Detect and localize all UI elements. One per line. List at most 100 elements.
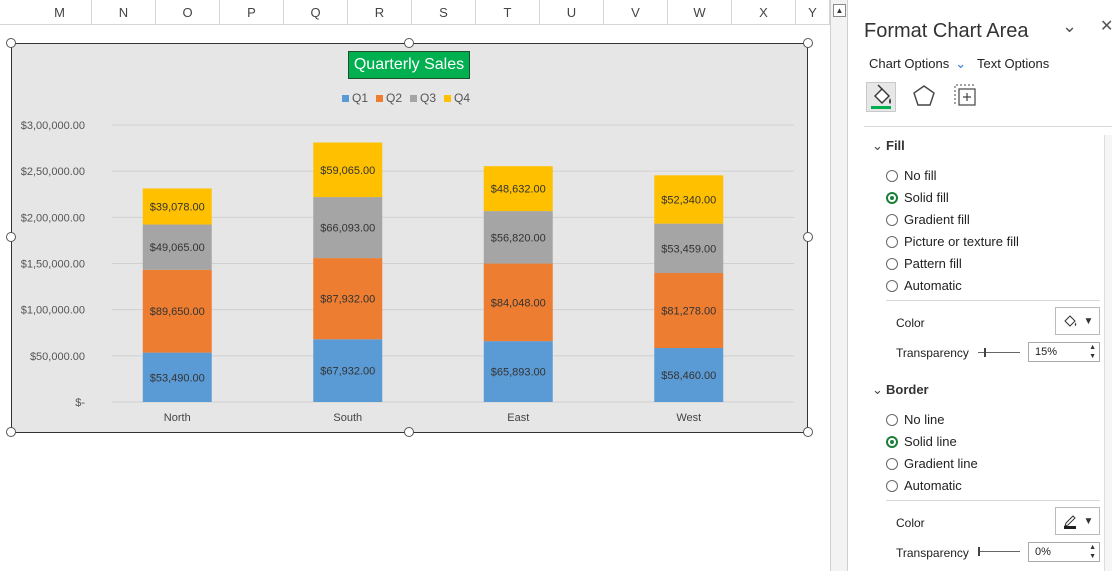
column-header-m[interactable]: M: [28, 0, 92, 25]
resize-handle-middle-right[interactable]: [803, 232, 813, 242]
column-header-v[interactable]: V: [604, 0, 668, 25]
radio-label: Picture or texture fill: [904, 234, 1019, 249]
column-header-p[interactable]: P: [220, 0, 284, 25]
x-tick-label: West: [676, 412, 701, 424]
chart-title[interactable]: Quarterly Sales: [348, 51, 470, 79]
radio-automatic-fill[interactable]: Automatic: [886, 278, 962, 293]
legend-item-q4[interactable]: Q4: [444, 90, 470, 106]
radio-pattern-fill[interactable]: Pattern fill: [886, 256, 962, 271]
resize-handle-middle-left[interactable]: [6, 232, 16, 242]
radio-label: No line: [904, 412, 945, 427]
effects-pentagon-icon[interactable]: [910, 82, 940, 112]
resize-handle-top-middle[interactable]: [404, 38, 414, 48]
radio-button[interactable]: [886, 457, 898, 470]
radio-gradient-fill[interactable]: Gradient fill: [886, 212, 970, 227]
column-header-t[interactable]: T: [476, 0, 540, 25]
data-label: $84,048.00: [491, 297, 546, 309]
column-header-s[interactable]: S: [412, 0, 476, 25]
vertical-scrollbar[interactable]: ▲: [830, 0, 848, 571]
resize-handle-top-left[interactable]: [6, 38, 16, 48]
border-transparency-value: 0%: [1035, 546, 1051, 558]
radio-button[interactable]: [886, 169, 898, 182]
legend-item-q1[interactable]: Q1: [342, 90, 368, 106]
tab-chart-options[interactable]: Chart Options ⌄: [869, 56, 966, 72]
fill-transparency-slider-thumb[interactable]: [984, 348, 987, 357]
radio-button[interactable]: [886, 235, 898, 248]
radio-button[interactable]: [886, 479, 898, 492]
close-icon[interactable]: ✕: [1100, 16, 1112, 36]
tab-text-options[interactable]: Text Options: [977, 56, 1049, 71]
fill-transparency-input[interactable]: 15% ▲ ▼: [1028, 342, 1100, 362]
border-transparency-slider[interactable]: [978, 551, 1020, 552]
fill-line-icon[interactable]: [866, 82, 896, 112]
data-label: $66,093.00: [320, 223, 375, 235]
column-header-u[interactable]: U: [540, 0, 604, 25]
column-header-n[interactable]: N: [92, 0, 156, 25]
spin-arrows-icon[interactable]: ▲ ▼: [1089, 343, 1096, 361]
separator: [886, 500, 1100, 501]
fill-color-button[interactable]: ▼: [1055, 307, 1100, 335]
column-header-y[interactable]: Y: [796, 0, 830, 25]
radio-gradient-line[interactable]: Gradient line: [886, 456, 978, 471]
scroll-up-arrow-icon[interactable]: ▲: [833, 4, 846, 17]
fill-transparency-label: Transparency: [896, 346, 969, 360]
column-header-q[interactable]: Q: [284, 0, 348, 25]
pane-options-chevron-icon[interactable]: ⌄: [1062, 16, 1077, 37]
data-label: $59,065.00: [320, 165, 375, 177]
legend-item-q2[interactable]: Q2: [376, 90, 402, 106]
radio-no-fill[interactable]: No fill: [886, 168, 937, 183]
border-section-header[interactable]: ⌄ Border: [872, 382, 929, 398]
chevron-down-icon: ⌄: [955, 56, 967, 71]
data-label: $87,932.00: [320, 294, 375, 306]
y-tick-label: $-: [75, 397, 85, 409]
radio-button[interactable]: [886, 257, 898, 270]
legend-label: Q4: [454, 91, 471, 105]
radio-label: Pattern fill: [904, 256, 962, 271]
legend-swatch: [342, 94, 349, 102]
radio-picture-texture-fill[interactable]: Picture or texture fill: [886, 234, 1019, 249]
border-color-button[interactable]: ▼: [1055, 507, 1100, 535]
resize-handle-bottom-left[interactable]: [6, 427, 16, 437]
y-tick-label: $2,00,000.00: [21, 212, 85, 224]
chart-area[interactable]: $- $50,000.00 $1,00,000.00 $1,50,000.00 $2,0…: [11, 43, 808, 433]
data-label: $53,490.00: [150, 372, 205, 384]
separator: [886, 300, 1100, 301]
column-header-o[interactable]: O: [156, 0, 220, 25]
data-label: $49,065.00: [150, 242, 205, 254]
column-header-x[interactable]: X: [732, 0, 796, 25]
radio-automatic-line[interactable]: Automatic: [886, 478, 962, 493]
resize-handle-bottom-right[interactable]: [803, 427, 813, 437]
fill-section-header[interactable]: ⌄ Fill: [872, 138, 905, 154]
radio-no-line[interactable]: No line: [886, 412, 944, 427]
resize-handle-top-right[interactable]: [803, 38, 813, 48]
legend-item-q3[interactable]: Q3: [410, 90, 436, 106]
chart-legend[interactable]: Q1 Q2 Q3 Q4: [342, 90, 470, 106]
resize-handle-bottom-middle[interactable]: [404, 427, 414, 437]
radio-button[interactable]: [886, 213, 898, 226]
border-transparency-input[interactable]: 0% ▲ ▼: [1028, 542, 1100, 562]
radio-button[interactable]: [886, 413, 898, 426]
radio-button-selected[interactable]: [886, 191, 898, 204]
chevron-down-icon: ▼: [1083, 315, 1094, 327]
data-label: $48,632.00: [491, 184, 546, 196]
column-header-w[interactable]: W: [668, 0, 732, 25]
legend-label: Q3: [420, 91, 437, 105]
data-label: $65,893.00: [491, 367, 546, 379]
size-properties-icon[interactable]: [952, 82, 982, 112]
legend-label: Q2: [386, 91, 403, 105]
spin-arrows-icon[interactable]: ▲ ▼: [1089, 543, 1096, 561]
fill-section-label: Fill: [886, 138, 905, 153]
y-tick-label: $3,00,000.00: [21, 120, 85, 132]
column-header-r[interactable]: R: [348, 0, 412, 25]
chevron-down-icon: ⌄: [872, 382, 883, 397]
radio-button-selected[interactable]: [886, 435, 898, 448]
radio-solid-line[interactable]: Solid line: [886, 434, 957, 449]
border-transparency-slider-thumb[interactable]: [978, 547, 980, 556]
radio-solid-fill[interactable]: Solid fill: [886, 190, 949, 205]
pane-scrollbar[interactable]: [1104, 135, 1112, 571]
data-label: $67,932.00: [320, 366, 375, 378]
radio-button[interactable]: [886, 279, 898, 292]
data-label: $81,278.00: [661, 305, 716, 317]
column-header-row: MNOPQRSTUVWXY: [0, 0, 830, 25]
fill-transparency-value: 15%: [1035, 346, 1058, 358]
